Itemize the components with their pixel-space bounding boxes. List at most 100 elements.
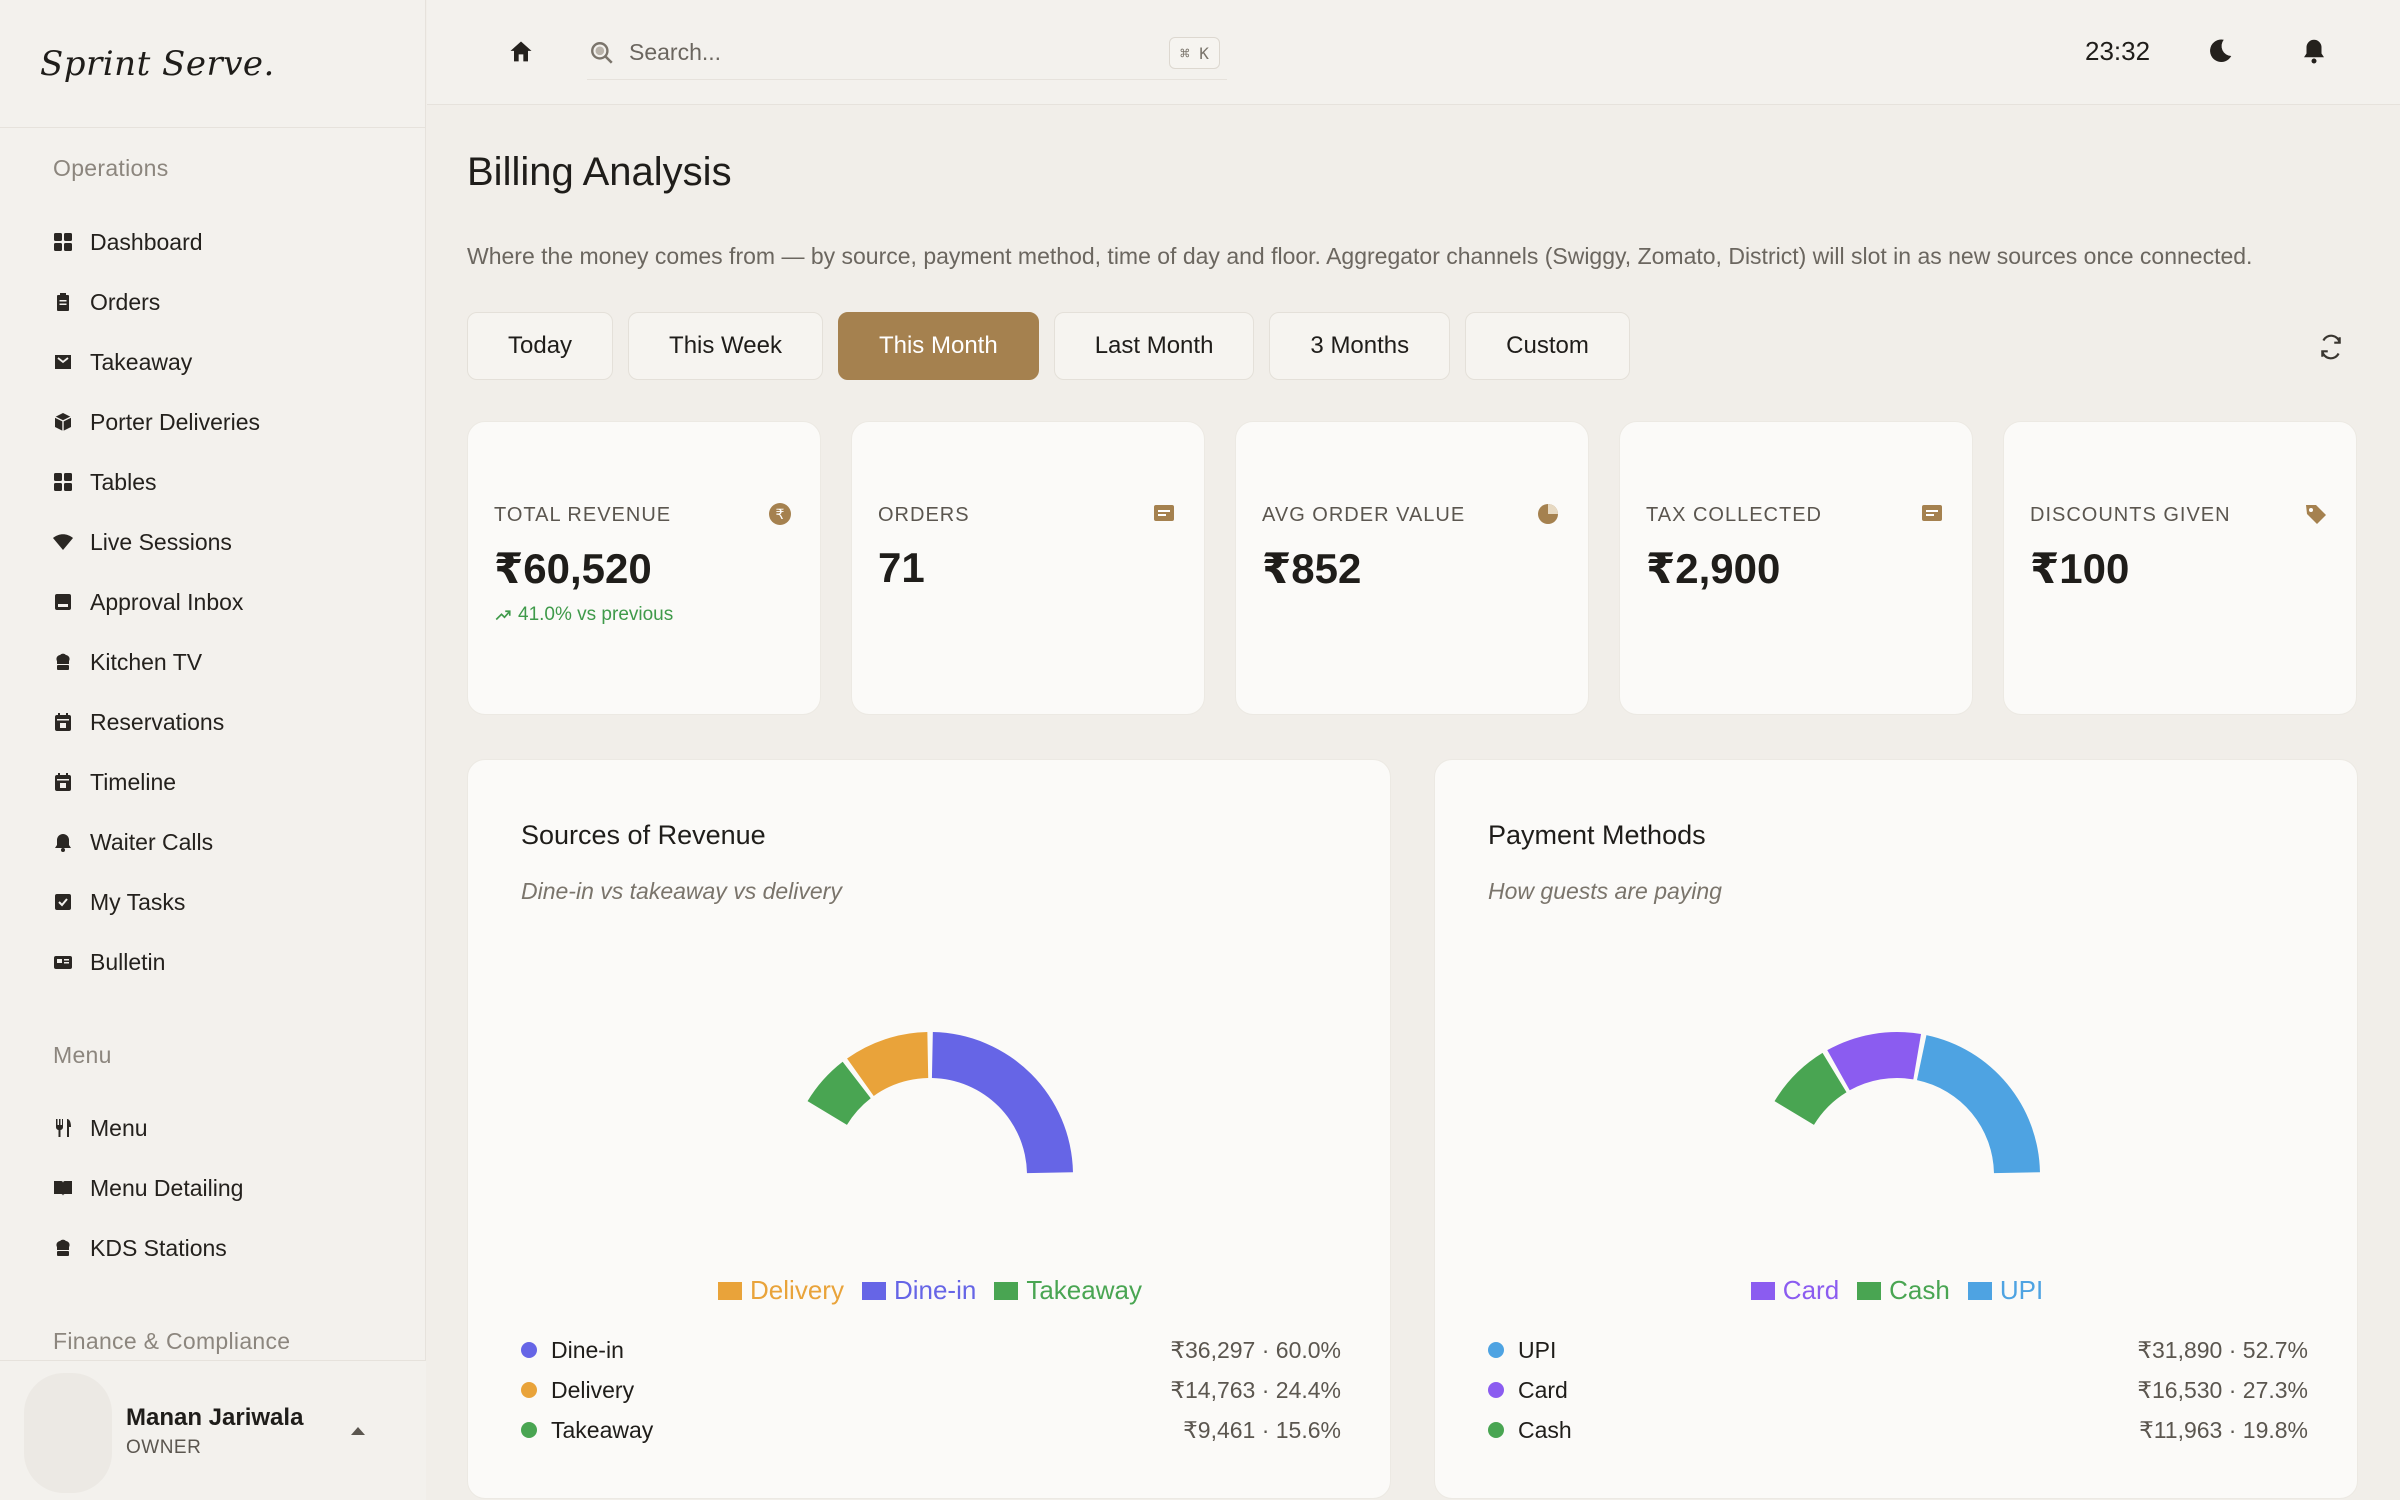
chef-hat-icon [52, 1237, 74, 1259]
nav-list-menu: Menu Menu Detailing KDS Stations [0, 1098, 426, 1278]
sidebar-item-tables[interactable]: Tables [0, 452, 426, 512]
sidebar-item-menu[interactable]: Menu [0, 1098, 426, 1158]
breakdown-dot [521, 1422, 537, 1438]
breakdown-value: ₹9,461 · 15.6% [1183, 1416, 1341, 1443]
bag-icon [52, 351, 74, 373]
donut-chart-payments [1774, 1032, 2040, 1174]
date-range-filters: Today This Week This Month Last Month 3 Mont… [467, 312, 1630, 380]
sidebar-item-timeline[interactable]: Timeline [0, 752, 426, 812]
nav-section-finance: Finance & Compliance [0, 1328, 290, 1355]
filter-3-months-button[interactable]: 3 Months [1269, 312, 1451, 380]
legend-label: Takeaway [1026, 1275, 1142, 1305]
sidebar-item-approval-inbox[interactable]: Approval Inbox [0, 572, 426, 632]
nav-section-operations: Operations [0, 155, 169, 182]
sidebar: Sprint Serve. Operations Dashboard Orders… [0, 0, 426, 1500]
chart-legend: Card Cash UPI [1435, 1275, 2359, 1306]
breakdown-value: ₹14,763 · 24.4% [1170, 1376, 1341, 1403]
sidebar-item-live-sessions[interactable]: Live Sessions [0, 512, 426, 572]
legend-label: UPI [1999, 1275, 2044, 1305]
sidebar-item-label: Live Sessions [90, 528, 232, 555]
stat-value: ₹2,900 [1646, 545, 1781, 592]
rupee-icon: ₹ [769, 503, 791, 525]
avatar [24, 1373, 112, 1493]
filter-today-button[interactable]: Today [467, 312, 614, 380]
utensils-icon [52, 1117, 74, 1139]
nav-section-title: Finance & Compliance [53, 1328, 291, 1354]
panel-subtitle: How guests are paying [1488, 878, 1722, 904]
user-menu[interactable]: Manan Jariwala OWNER [0, 1360, 426, 1500]
stat-trend: 41.0% vs previous [494, 604, 673, 626]
bell-icon[interactable] [2299, 36, 2329, 66]
panel-title: Payment Methods [1488, 820, 1706, 850]
search-bar [587, 26, 1227, 80]
filter-this-week-button[interactable]: This Week [628, 312, 823, 380]
stat-card-discounts-given: DISCOUNTS GIVEN ₹100 [2003, 421, 2357, 715]
filter-this-month-button[interactable]: This Month [837, 312, 1039, 380]
sidebar-item-label: Waiter Calls [90, 828, 214, 855]
top-bar: ⌘ K 23:32 [427, 0, 2400, 105]
nav-section-title: Menu [53, 1042, 112, 1068]
stat-label: ORDERS [878, 504, 970, 526]
stat-label: AVG ORDER VALUE [1262, 504, 1466, 526]
sidebar-item-dashboard[interactable]: Dashboard [0, 212, 426, 272]
box-icon [52, 411, 74, 433]
donut-slice-card[interactable] [1827, 1032, 1922, 1091]
legend-item[interactable]: Card [1750, 1275, 1839, 1306]
breakdown-dot [1488, 1422, 1504, 1438]
sidebar-item-bulletin[interactable]: Bulletin [0, 932, 426, 992]
home-icon[interactable] [507, 38, 535, 66]
sidebar-item-porter-deliveries[interactable]: Porter Deliveries [0, 392, 426, 452]
search-input[interactable] [629, 39, 1149, 66]
breakdown-label: Takeaway [551, 1416, 654, 1443]
user-role: OWNER [126, 1437, 202, 1458]
donut-slice-upi[interactable] [1916, 1035, 2040, 1174]
breakdown-row: Card ₹16,530 · 27.3% [1488, 1370, 2308, 1410]
sidebar-item-label: Reservations [90, 708, 225, 735]
stat-value: ₹100 [2030, 545, 2130, 592]
breakdown-row: Delivery ₹14,763 · 24.4% [521, 1370, 1341, 1410]
brand-name: Sprint Serve. [40, 43, 275, 84]
trend-up-icon [495, 610, 511, 621]
legend-item[interactable]: Dine-in [861, 1275, 976, 1306]
sidebar-item-my-tasks[interactable]: My Tasks [0, 872, 426, 932]
panel-subtitle: Dine-in vs takeaway vs delivery [521, 878, 842, 904]
sidebar-item-waiter-calls[interactable]: Waiter Calls [0, 812, 426, 872]
breakdown-dot [1488, 1342, 1504, 1358]
filter-last-month-button[interactable]: Last Month [1053, 312, 1255, 380]
moon-icon[interactable] [2205, 36, 2235, 66]
legend-item[interactable]: UPI [1967, 1275, 2044, 1306]
breakdown-value: ₹16,530 · 27.3% [2137, 1376, 2308, 1403]
receipt-icon [1922, 505, 1942, 521]
search-shortcut-badge: ⌘ K [1169, 37, 1220, 69]
legend-item[interactable]: Cash [1857, 1275, 1950, 1306]
nav-section-title: Operations [53, 155, 169, 181]
wifi-icon [52, 531, 74, 553]
sidebar-item-kds-stations[interactable]: KDS Stations [0, 1218, 426, 1278]
chart-legend: Delivery Dine-in Takeaway [468, 1275, 1392, 1306]
breakdown-list: Dine-in ₹36,297 · 60.0% Delivery ₹14,763 · … [521, 1330, 1341, 1450]
clock: 23:32 [2085, 36, 2151, 66]
sidebar-item-label: Menu Detailing [90, 1174, 244, 1201]
nav-section-menu: Menu [0, 1042, 112, 1069]
clipboard-icon [52, 291, 74, 313]
search-icon [591, 41, 613, 64]
sidebar-item-label: Dashboard [90, 228, 203, 255]
filter-custom-button[interactable]: Custom [1465, 312, 1630, 380]
refresh-icon[interactable] [2318, 334, 2344, 360]
sidebar-item-takeaway[interactable]: Takeaway [0, 332, 426, 392]
sidebar-item-label: Menu [90, 1114, 148, 1141]
brand-logo[interactable]: Sprint Serve. [0, 0, 425, 128]
breakdown-label: UPI [1518, 1336, 1557, 1363]
legend-swatch [1750, 1281, 1775, 1300]
breakdown-row: Takeaway ₹9,461 · 15.6% [521, 1410, 1341, 1450]
sidebar-item-label: Orders [90, 288, 161, 315]
sidebar-item-orders[interactable]: Orders [0, 272, 426, 332]
legend-item[interactable]: Takeaway [994, 1275, 1142, 1306]
sidebar-item-reservations[interactable]: Reservations [0, 692, 426, 752]
legend-item[interactable]: Delivery [718, 1275, 844, 1306]
donut-slice-dine-in[interactable] [931, 1032, 1073, 1174]
sidebar-item-kitchen-tv[interactable]: Kitchen TV [0, 632, 426, 692]
legend-swatch [994, 1281, 1019, 1300]
chevron-up-icon[interactable] [346, 1419, 370, 1443]
sidebar-item-menu-detailing[interactable]: Menu Detailing [0, 1158, 426, 1218]
